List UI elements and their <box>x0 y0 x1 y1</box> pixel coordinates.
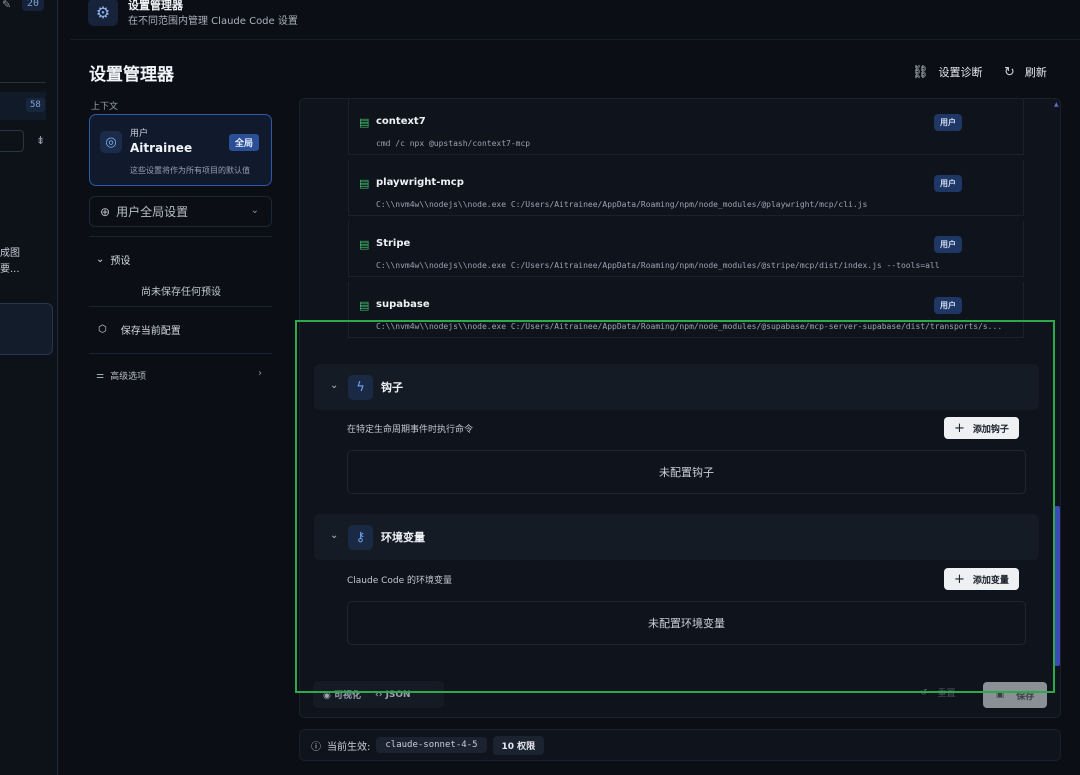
save-button[interactable]: ▣ 保存 <box>983 682 1047 708</box>
sort-icon[interactable]: ⇟ <box>36 134 45 147</box>
count-badge: 58 <box>26 98 45 112</box>
env-description: Claude Code 的环境变量 <box>347 576 453 586</box>
env-title: 环境变量 <box>381 531 425 544</box>
server-icon: ▤ <box>359 238 370 251</box>
user-card-label: 用户 <box>130 129 149 139</box>
chevron-down-icon: ⌄ <box>330 530 339 541</box>
status-label: 当前生效: <box>327 741 371 753</box>
reset-icon: ↺ <box>920 687 928 698</box>
refresh-button[interactable]: ↻ 刷新 <box>1004 64 1047 80</box>
scope-badge: 用户 <box>934 114 962 131</box>
side-panel-sliver: ✎ 20 58 ⇟ 成图 要... <box>0 0 58 775</box>
pencil-icon[interactable]: ✎ <box>2 0 11 11</box>
add-hook-button[interactable]: + 添加钩子 <box>944 417 1019 439</box>
truncated-text: 成图 <box>0 248 20 259</box>
divider <box>0 82 46 83</box>
advanced-options-toggle[interactable]: ⚌ 高级选项 <box>96 369 146 383</box>
mcp-server-item[interactable]: ▤ Stripe C:\\nvm4w\\nodejs\\node.exe C:/… <box>348 221 1024 277</box>
lightning-icon: ϟ <box>348 375 373 400</box>
app-header: ⚙ 设置管理器 在不同范围内管理 Claude Code 设置 <box>70 0 1080 40</box>
reset-button[interactable]: ↺ 重置 <box>920 686 956 700</box>
plus-icon: + <box>954 420 965 436</box>
save-config-button[interactable]: ⬡ 保存当前配置 <box>98 322 181 337</box>
mcp-server-item[interactable]: ▤ playwright-mcp C:\\nvm4w\\nodejs\\node… <box>348 160 1024 216</box>
user-card-description: 这些设置将作为所有项目的默认值 <box>130 166 250 175</box>
divider <box>89 353 272 354</box>
env-empty-state: 未配置环境变量 <box>347 601 1026 645</box>
key-icon: ⚷ <box>348 525 373 550</box>
scope-badge: 用户 <box>934 175 962 192</box>
hooks-description: 在特定生命周期事件时执行命令 <box>347 425 474 435</box>
selected-card[interactable] <box>0 303 53 355</box>
info-icon: ⓘ <box>311 741 321 753</box>
sliders-icon: ⚌ <box>96 370 105 381</box>
add-env-button[interactable]: + 添加变量 <box>944 568 1019 590</box>
globe-icon: ◎ <box>100 131 122 153</box>
permissions-pill: 10 权限 <box>492 735 545 755</box>
header-subtitle: 在不同范围内管理 Claude Code 设置 <box>128 16 298 27</box>
view-mode-tabs: ◉ 可视化 ‹› JSON <box>313 681 444 708</box>
scope-badge: 用户 <box>934 297 962 314</box>
hooks-empty-state: 未配置钩子 <box>347 450 1026 494</box>
truncated-text: 要... <box>0 264 20 275</box>
filter-input[interactable] <box>0 130 24 152</box>
server-icon: ▤ <box>359 177 370 190</box>
server-icon: ▤ <box>359 299 370 312</box>
chevron-down-icon: ⌄ <box>96 254 105 265</box>
package-icon: ⬡ <box>98 324 107 335</box>
mcp-server-item[interactable]: ▤ supabase C:\\nvm4w\\nodejs\\node.exe C… <box>348 282 1024 338</box>
user-name: Aitrainee <box>130 141 193 155</box>
chevron-down-icon: ⌄ <box>330 380 339 391</box>
mcp-server-item[interactable]: ▤ context7 cmd /c npx @upstash/context7-… <box>348 99 1024 155</box>
diagnostics-icon: ⛓ <box>912 64 929 80</box>
scroll-up-arrow[interactable]: ▲ <box>1054 101 1059 108</box>
diagnostics-button[interactable]: ⛓ 设置诊断 <box>912 64 983 80</box>
user-scope-card[interactable]: ◎ 用户 Aitrainee 全局 这些设置将作为所有项目的默认值 <box>89 114 272 186</box>
context-label: 上下文 <box>91 102 119 112</box>
count-badge: 20 <box>22 0 45 11</box>
scrollbar-thumb[interactable] <box>1054 506 1060 666</box>
settings-content: ▤ context7 cmd /c npx @upstash/context7-… <box>299 98 1061 718</box>
gear-icon: ⚙ <box>88 0 118 26</box>
hooks-title: 钩子 <box>381 381 403 394</box>
tab-json[interactable]: ‹› JSON <box>375 690 411 700</box>
hooks-section-header[interactable]: ⌄ ϟ 钩子 <box>314 364 1039 410</box>
divider <box>89 306 272 307</box>
save-icon: ▣ <box>995 690 1005 700</box>
env-section-header[interactable]: ⌄ ⚷ 环境变量 <box>314 514 1039 560</box>
no-presets-text: 尚未保存任何预设 <box>141 287 221 298</box>
status-bar: ⓘ 当前生效: claude-sonnet-4-5 10 权限 <box>299 729 1061 761</box>
presets-toggle[interactable]: ⌄ 预设 <box>96 252 130 267</box>
global-badge: 全局 <box>228 134 259 151</box>
chevron-down-icon: ⌄ <box>250 205 259 216</box>
page-title: 设置管理器 <box>89 65 174 85</box>
chevron-right-icon: › <box>258 368 262 379</box>
model-pill: claude-sonnet-4-5 <box>376 737 487 753</box>
plus-icon: + <box>954 571 965 587</box>
scope-select[interactable]: ⊕ 用户全局设置 ⌄ <box>89 196 272 227</box>
globe-icon: ⊕ <box>100 204 111 219</box>
tab-visual[interactable]: ◉ 可视化 <box>323 688 361 701</box>
scope-badge: 用户 <box>934 236 962 253</box>
refresh-icon: ↻ <box>1004 64 1015 80</box>
divider <box>89 236 272 237</box>
server-icon: ▤ <box>359 116 370 129</box>
